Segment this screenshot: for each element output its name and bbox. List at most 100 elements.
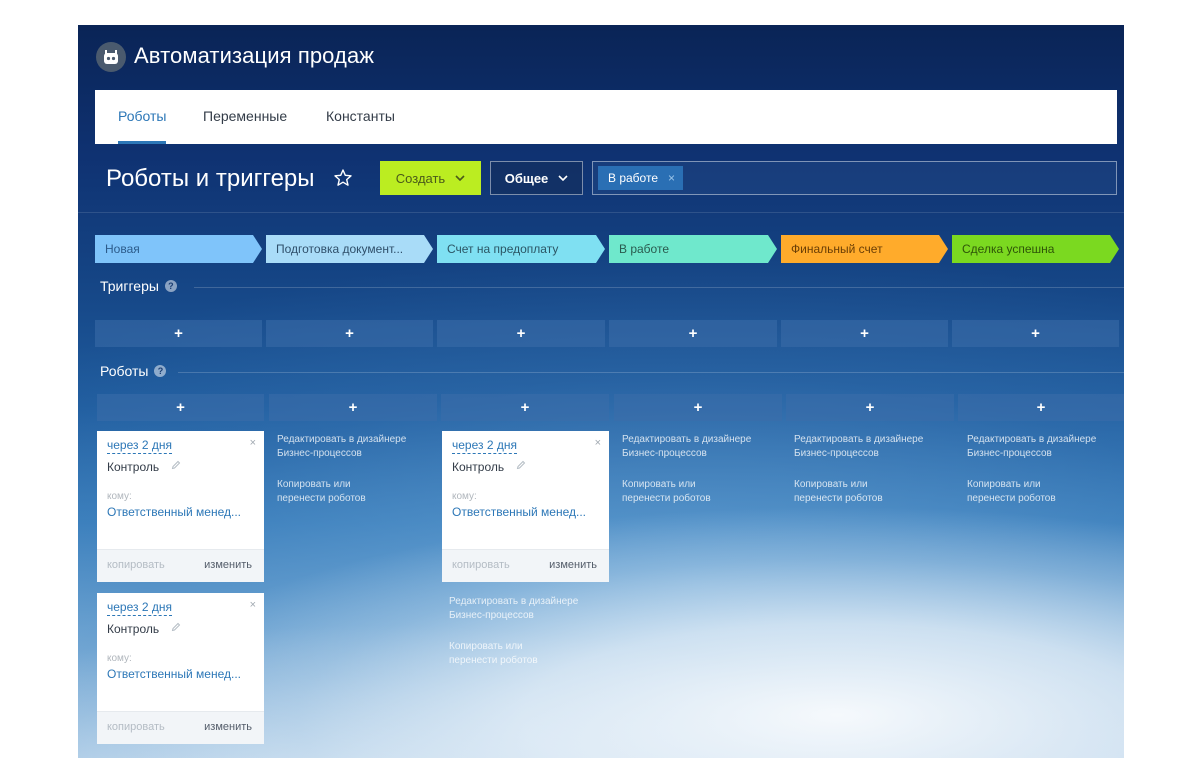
copy-move-robots-link[interactable]: Копировать или перенести роботов [622, 478, 711, 506]
robot-card[interactable]: через 2 дня × Контроль кому: Ответственн… [97, 431, 264, 582]
robot-to-label: кому: [452, 491, 477, 502]
link-line: Редактировать в дизайнере [449, 596, 579, 607]
robot-icon [96, 42, 126, 72]
robot-to-label: кому: [107, 491, 132, 502]
add-robot-button[interactable]: + [786, 394, 954, 421]
edit-in-designer-link[interactable]: Редактировать в дизайнере Бизнес-процесс… [967, 433, 1096, 461]
copy-move-robots-link[interactable]: Копировать или перенести роботов [449, 640, 538, 668]
link-line: перенести роботов [967, 493, 1056, 504]
link-line: Редактировать в дизайнере [967, 434, 1097, 445]
copy-move-robots-link[interactable]: Копировать или перенести роботов [277, 478, 366, 506]
star-icon[interactable] [333, 168, 353, 188]
create-button-label: Создать [395, 170, 446, 186]
add-trigger-button[interactable]: + [952, 320, 1119, 347]
robot-card[interactable]: через 2 дня × Контроль кому: Ответственн… [97, 593, 264, 744]
robot-name: Контроль [107, 622, 160, 636]
link-line: Редактировать в дизайнере [794, 434, 924, 445]
robot-responsible-link[interactable]: Ответственный менед... [107, 505, 241, 519]
stage-new[interactable]: Новая [95, 235, 262, 263]
add-robot-button[interactable]: + [269, 394, 437, 421]
robot-copy-button[interactable]: копировать [452, 559, 510, 571]
add-trigger-button[interactable]: + [266, 320, 433, 347]
stage-final-invoice[interactable]: Финальный счет [781, 235, 948, 263]
link-line: Копировать или [622, 479, 696, 490]
robot-responsible-link[interactable]: Ответственный менед... [452, 505, 586, 519]
link-line: перенести роботов [622, 493, 711, 504]
link-line: Бизнес-процессов [622, 448, 707, 459]
robot-edit-button[interactable]: изменить [204, 721, 252, 733]
robot-delay-link[interactable]: через 2 дня [107, 600, 172, 616]
create-button[interactable]: Создать [380, 161, 481, 195]
stage-success[interactable]: Сделка успешна [952, 235, 1119, 263]
filter-input[interactable]: В работе × [592, 161, 1117, 195]
top-bar: Автоматизация продаж [78, 25, 1124, 89]
link-line: Копировать или [449, 641, 523, 652]
add-trigger-button[interactable]: + [609, 320, 777, 347]
robot-delay-link[interactable]: через 2 дня [452, 438, 517, 454]
general-dropdown[interactable]: Общее [490, 161, 583, 195]
link-line: Редактировать в дизайнере [277, 434, 407, 445]
divider [78, 212, 1124, 213]
robots-heading: Роботы ? [100, 363, 167, 379]
robot-delay-link[interactable]: через 2 дня [107, 438, 172, 454]
robot-edit-button[interactable]: изменить [549, 559, 597, 571]
add-trigger-button[interactable]: + [437, 320, 605, 347]
robot-card-footer: копировать изменить [442, 549, 609, 582]
edit-in-designer-link[interactable]: Редактировать в дизайнере Бизнес-процесс… [794, 433, 923, 461]
stage-prepayment[interactable]: Счет на предоплату [437, 235, 605, 263]
chevron-down-icon [558, 175, 568, 181]
edit-in-designer-link[interactable]: Редактировать в дизайнере Бизнес-процесс… [622, 433, 751, 461]
edit-in-designer-link[interactable]: Редактировать в дизайнере Бизнес-процесс… [277, 433, 406, 461]
stage-docs[interactable]: Подготовка документ... [266, 235, 433, 263]
robot-name: Контроль [107, 460, 160, 474]
link-line: Бизнес-процессов [794, 448, 879, 459]
link-line: Бизнес-процессов [277, 448, 362, 459]
robot-name: Контроль [452, 460, 505, 474]
triggers-heading: Триггеры ? [100, 278, 177, 294]
add-trigger-button[interactable]: + [95, 320, 262, 347]
add-robot-button[interactable]: + [441, 394, 609, 421]
filter-chip-label: В работе [608, 171, 659, 185]
tab-variables[interactable]: Переменные [203, 90, 287, 144]
copy-move-robots-link[interactable]: Копировать или перенести роботов [794, 478, 883, 506]
add-trigger-button[interactable]: + [781, 320, 948, 347]
add-robot-button[interactable]: + [97, 394, 264, 421]
link-line: Копировать или [277, 479, 351, 490]
link-line: перенести роботов [449, 655, 538, 666]
tab-constants[interactable]: Константы [326, 90, 395, 144]
add-robot-button[interactable]: + [958, 394, 1124, 421]
help-icon[interactable]: ? [154, 365, 167, 377]
robot-responsible-link[interactable]: Ответственный менед... [107, 667, 241, 681]
robot-copy-button[interactable]: копировать [107, 721, 165, 733]
link-line: Бизнес-процессов [967, 448, 1052, 459]
close-icon[interactable]: × [668, 171, 675, 185]
robot-to-label: кому: [107, 653, 132, 664]
copy-move-robots-link[interactable]: Копировать или перенести роботов [967, 478, 1056, 506]
robot-card-footer: копировать изменить [97, 711, 264, 744]
link-line: Бизнес-процессов [449, 610, 534, 621]
section-line [194, 287, 1124, 288]
robot-card[interactable]: через 2 дня × Контроль кому: Ответственн… [442, 431, 609, 582]
edit-in-designer-link[interactable]: Редактировать в дизайнере Бизнес-процесс… [449, 595, 578, 623]
chevron-down-icon [455, 175, 465, 181]
close-icon[interactable]: × [595, 437, 601, 449]
triggers-label: Триггеры [100, 278, 159, 294]
app-window: Автоматизация продаж Роботы Переменные К… [78, 25, 1124, 758]
link-line: Копировать или [794, 479, 868, 490]
app-title: Автоматизация продаж [134, 43, 375, 68]
section-line [178, 372, 1124, 373]
close-icon[interactable]: × [250, 437, 256, 449]
robot-edit-button[interactable]: изменить [204, 559, 252, 571]
help-icon[interactable]: ? [164, 280, 177, 292]
add-robot-button[interactable]: + [614, 394, 782, 421]
stage-in-progress[interactable]: В работе [609, 235, 777, 263]
filter-chip[interactable]: В работе × [598, 166, 684, 190]
pencil-icon[interactable] [171, 460, 181, 470]
link-line: перенести роботов [794, 493, 883, 504]
pencil-icon[interactable] [171, 622, 181, 632]
link-line: перенести роботов [277, 493, 366, 504]
pencil-icon[interactable] [516, 460, 526, 470]
robot-copy-button[interactable]: копировать [107, 559, 165, 571]
tab-robots[interactable]: Роботы [118, 90, 167, 144]
close-icon[interactable]: × [250, 599, 256, 611]
